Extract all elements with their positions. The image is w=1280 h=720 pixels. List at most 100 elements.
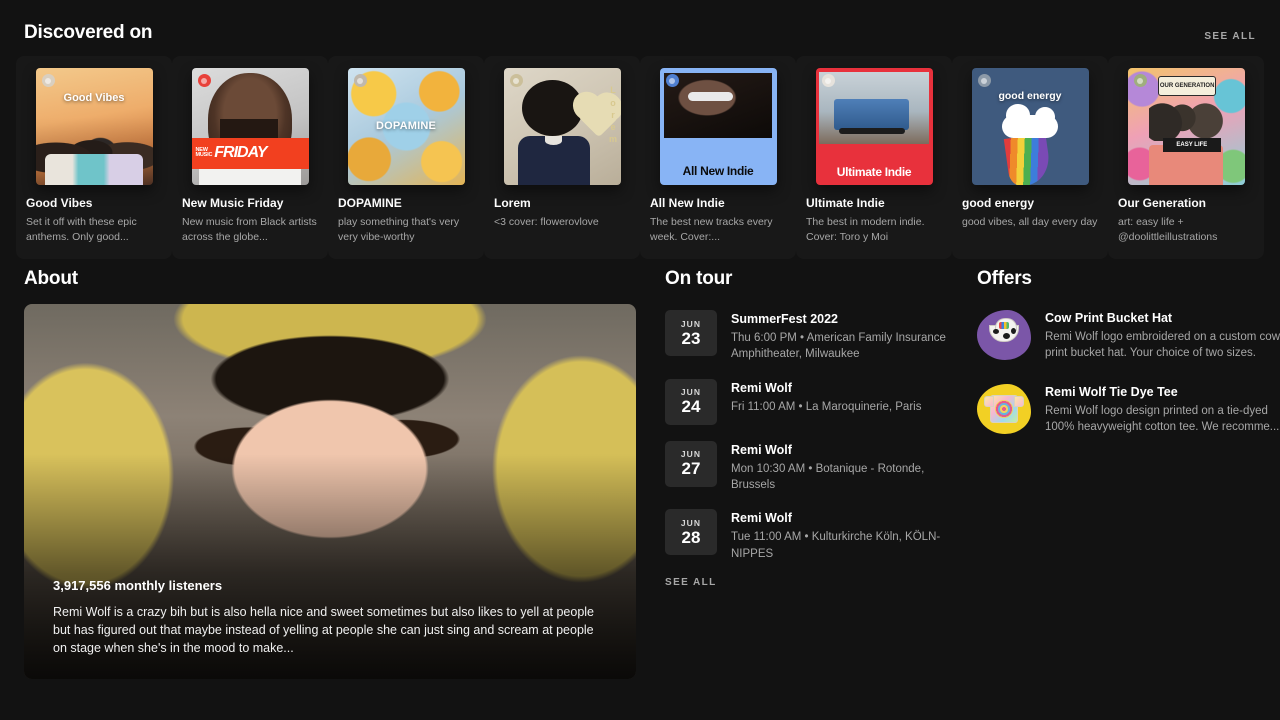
cloud-icon — [1002, 115, 1058, 138]
playlist-card-description: play something that's very very vibe-wor… — [338, 215, 474, 245]
cover-art-banner: NEWMUSIC FRIDAY — [192, 138, 309, 168]
event-name: Remi Wolf — [731, 381, 921, 395]
discovered-on-section: Discovered on SEE ALL Good Vibes Good Vi… — [0, 0, 1280, 259]
event-name: SummerFest 2022 — [731, 312, 954, 326]
cover-art-text: All New Indie — [660, 164, 777, 178]
event-details: Thu 6:00 PM • American Family Insurance … — [731, 330, 954, 363]
offer-info: Remi Wolf Tie Dye Tee Remi Wolf logo des… — [1045, 384, 1280, 436]
about-card[interactable]: 3,917,556 monthly listeners Remi Wolf is… — [24, 304, 636, 679]
cover-art-text: DOPAMINE — [348, 120, 465, 132]
playlist-badge-icon — [42, 74, 55, 87]
event-day: 28 — [682, 529, 701, 548]
discovered-on-title: Discovered on — [24, 22, 152, 44]
about-overlay: 3,917,556 monthly listeners Remi Wolf is… — [53, 578, 610, 657]
playlist-card-description: New music from Black artists across the … — [182, 215, 318, 245]
event-name: Remi Wolf — [731, 511, 954, 525]
playlist-card-lorem[interactable]: Lorem Lorem <3 cover: flowerovlove — [484, 56, 640, 259]
tour-see-all-link[interactable]: SEE ALL — [665, 577, 717, 588]
cover-artwork-shape — [834, 99, 909, 129]
event-month: JUN — [681, 319, 701, 329]
playlist-cover-art: good energy — [972, 68, 1089, 185]
playlist-cover-art: Good Vibes — [36, 68, 153, 185]
playlist-card-title: Ultimate Indie — [806, 196, 942, 210]
on-tour-title: On tour — [665, 268, 954, 290]
bucket-hat-icon — [987, 317, 1021, 351]
offers-title: Offers — [977, 268, 1280, 290]
playlist-card-title: New Music Friday — [182, 196, 318, 210]
playlist-badge-icon — [666, 74, 679, 87]
playlist-badge-icon — [978, 74, 991, 87]
playlist-card-description: The best new tracks every week. Cover:..… — [650, 215, 786, 245]
about-section: About 3,917,556 monthly listeners Remi W… — [0, 268, 636, 679]
cover-art-text: good energy — [972, 90, 1089, 102]
discovered-on-header: Discovered on SEE ALL — [0, 0, 1280, 44]
offer-title: Cow Print Bucket Hat — [1045, 311, 1280, 325]
offers-section: Offers Cow Print Bucket Hat — [954, 268, 1280, 679]
cover-artwork-shape — [36, 117, 153, 185]
cover-art-text: NEWMUSIC — [196, 148, 213, 160]
playlist-badge-icon — [822, 74, 835, 87]
monthly-listeners: 3,917,556 monthly listeners — [53, 578, 610, 593]
offer-description: Remi Wolf logo design printed on a tie-d… — [1045, 403, 1280, 436]
playlist-card-our-generation[interactable]: OUR GENERATION EASY LIFE Our Generation … — [1108, 56, 1264, 259]
event-details: Fri 11:00 AM • La Maroquinerie, Paris — [731, 399, 921, 415]
tee-shape — [990, 395, 1018, 423]
discovered-cards-row: Good Vibes Good Vibes Set it off with th… — [0, 44, 1280, 259]
cover-art-text: OUR GENERATION — [1158, 76, 1217, 96]
artist-page: Discovered on SEE ALL Good Vibes Good Vi… — [0, 0, 1280, 720]
cover-artwork-shape — [1149, 101, 1224, 141]
playlist-card-good-vibes[interactable]: Good Vibes Good Vibes Set it off with th… — [16, 56, 172, 259]
offer-thumbnail — [977, 384, 1031, 434]
playlist-card-all-new-indie[interactable]: All New Indie All New Indie The best new… — [640, 56, 796, 259]
event-details: Tue 11:00 AM • Kulturkirche Köln, KÖLN-N… — [731, 529, 954, 562]
event-month: JUN — [681, 518, 701, 528]
playlist-badge-icon — [510, 74, 523, 87]
offer-thumbnail — [977, 310, 1031, 360]
playlist-badge-icon — [354, 74, 367, 87]
event-day: 27 — [682, 460, 701, 479]
cover-artwork-shape — [518, 136, 591, 185]
event-day: 24 — [682, 398, 701, 417]
playlist-card-title: DOPAMINE — [338, 196, 474, 210]
cover-art-text: Good Vibes — [36, 92, 153, 104]
playlist-card-dopamine[interactable]: DOPAMINE DOPAMINE play something that's … — [328, 56, 484, 259]
event-date-badge: JUN 27 — [665, 441, 717, 487]
tour-event-row[interactable]: JUN 23 SummerFest 2022 Thu 6:00 PM • Ame… — [665, 304, 954, 373]
playlist-cover-art: Ultimate Indie — [816, 68, 933, 185]
tour-event-row[interactable]: JUN 28 Remi Wolf Tue 11:00 AM • Kulturki… — [665, 503, 954, 572]
cover-artwork-shape — [664, 73, 772, 139]
playlist-card-description: art: easy life + @doolittleillustrations — [1118, 215, 1254, 245]
offer-description: Remi Wolf logo embroidered on a custom c… — [1045, 329, 1280, 362]
event-date-badge: JUN 28 — [665, 509, 717, 555]
event-month: JUN — [681, 449, 701, 459]
playlist-card-title: Our Generation — [1118, 196, 1254, 210]
playlist-card-good-energy[interactable]: good energy good energy good vibes, all … — [952, 56, 1108, 259]
playlist-card-description: good vibes, all day every day — [962, 215, 1098, 230]
event-name: Remi Wolf — [731, 443, 954, 457]
discovered-see-all-link[interactable]: SEE ALL — [1204, 31, 1256, 44]
cover-artwork-shape — [819, 72, 929, 145]
offer-info: Cow Print Bucket Hat Remi Wolf logo embr… — [1045, 310, 1280, 362]
offer-row-tie-dye-tee[interactable]: Remi Wolf Tie Dye Tee Remi Wolf logo des… — [977, 378, 1280, 452]
playlist-card-new-music-friday[interactable]: NEWMUSIC FRIDAY New Music Friday New mus… — [172, 56, 328, 259]
offer-row-bucket-hat[interactable]: Cow Print Bucket Hat Remi Wolf logo embr… — [977, 304, 1280, 378]
playlist-cover-art: NEWMUSIC FRIDAY — [192, 68, 309, 185]
tour-event-row[interactable]: JUN 27 Remi Wolf Mon 10:30 AM • Botaniqu… — [665, 435, 954, 504]
playlist-card-title: All New Indie — [650, 196, 786, 210]
about-title: About — [24, 268, 636, 290]
on-tour-section: On tour JUN 23 SummerFest 2022 Thu 6:00 … — [636, 268, 954, 679]
artist-bio: Remi Wolf is a crazy bih but is also hel… — [53, 603, 610, 657]
playlist-cover-art: OUR GENERATION EASY LIFE — [1128, 68, 1245, 185]
playlist-card-title: Good Vibes — [26, 196, 162, 210]
event-day: 23 — [682, 330, 701, 349]
playlist-badge-icon — [198, 74, 211, 87]
event-details: Mon 10:30 AM • Botanique - Rotonde, Brus… — [731, 461, 954, 494]
cover-art-subtext: EASY LIFE — [1163, 138, 1222, 152]
tour-event-row[interactable]: JUN 24 Remi Wolf Fri 11:00 AM • La Maroq… — [665, 373, 954, 435]
cover-art-text: FRIDAY — [214, 144, 266, 162]
tshirt-icon — [987, 391, 1021, 425]
event-date-badge: JUN 23 — [665, 310, 717, 356]
playlist-card-ultimate-indie[interactable]: Ultimate Indie Ultimate Indie The best i… — [796, 56, 952, 259]
cover-art-text: Lorem — [609, 84, 617, 145]
event-date-badge: JUN 24 — [665, 379, 717, 425]
